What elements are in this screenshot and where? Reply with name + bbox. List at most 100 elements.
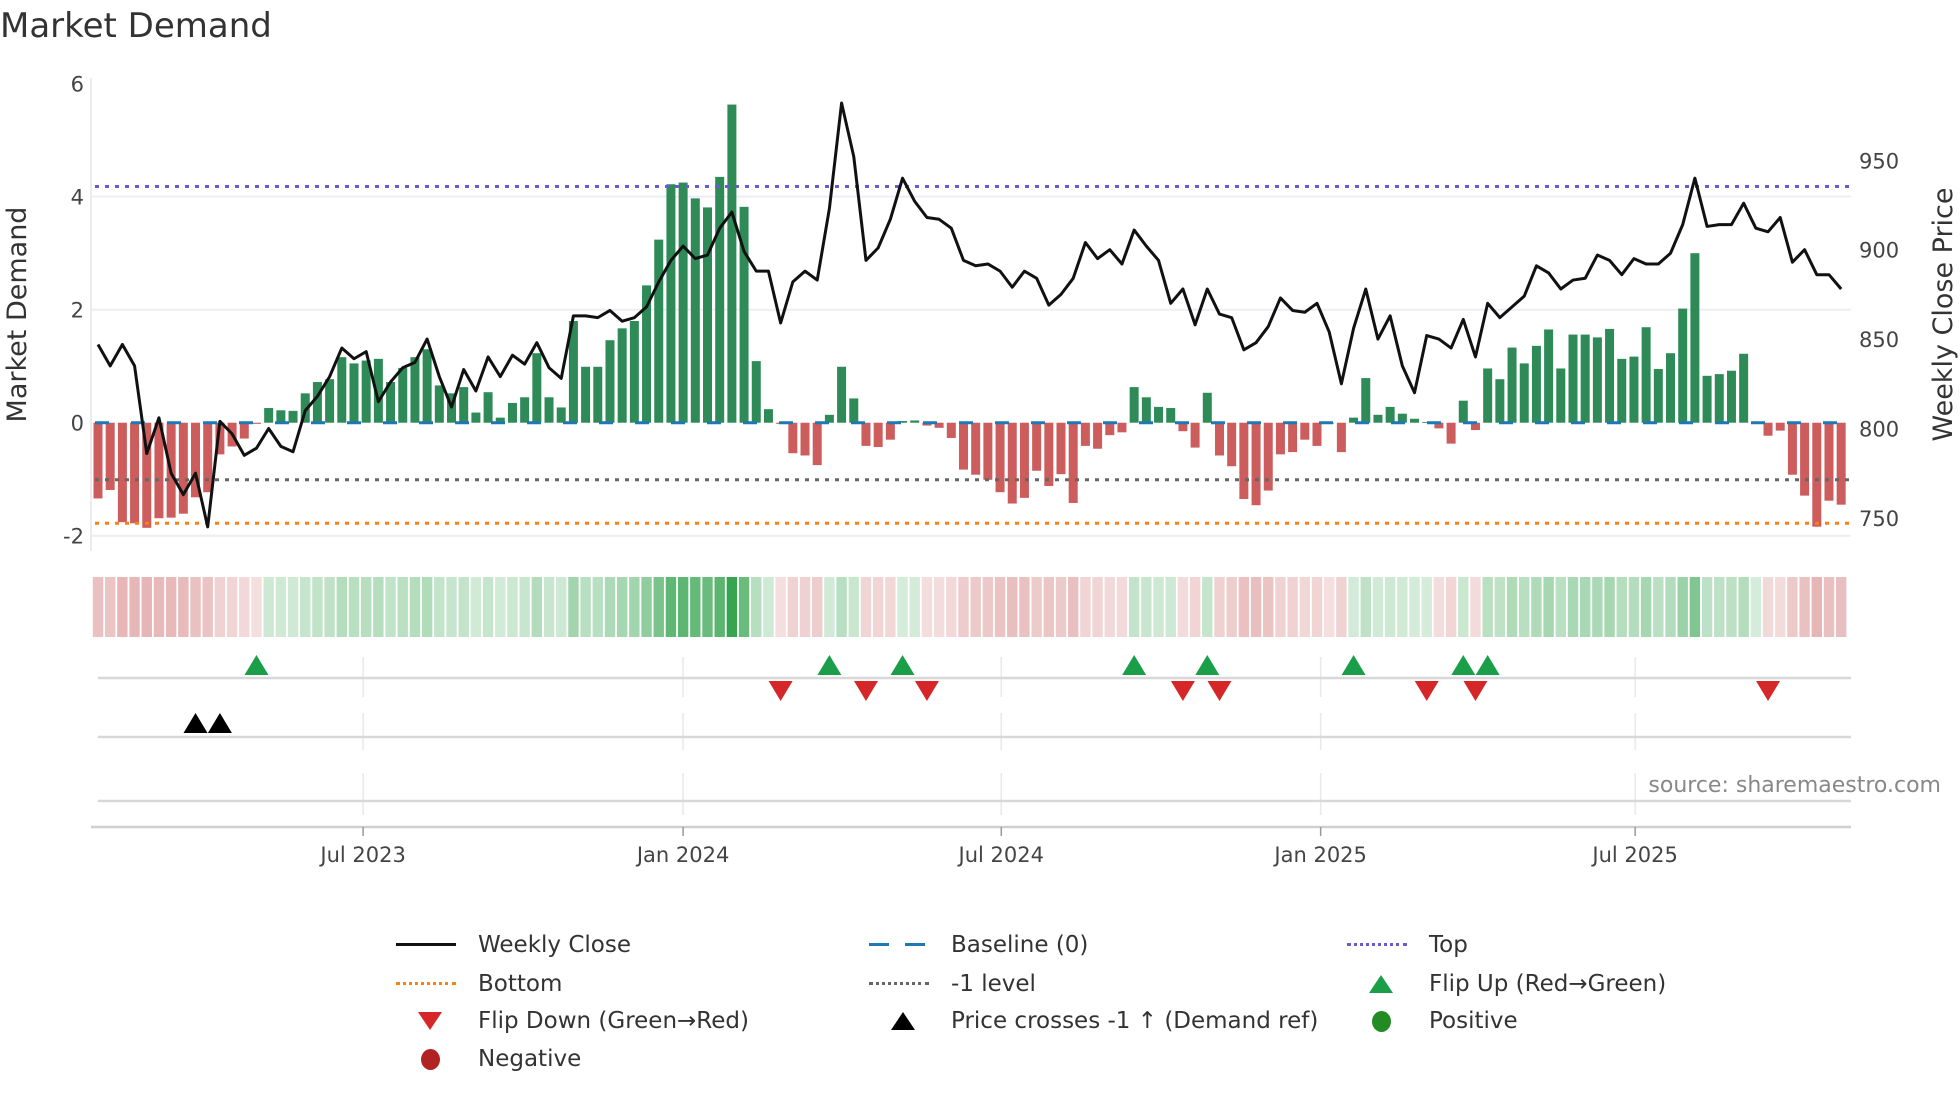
- flip-up-marker: [817, 655, 842, 675]
- demand-strip-cell: [604, 577, 616, 637]
- demand-bar: [666, 184, 676, 423]
- demand-strip-cell: [117, 577, 128, 637]
- demand-bar: [763, 409, 773, 423]
- demand-strip-cell: [702, 577, 713, 637]
- demand-strip-cell: [251, 577, 262, 637]
- legend-item[interactable]: Price crosses -1 ↑ (Demand ref): [869, 1006, 1318, 1036]
- demand-strip-cell: [1701, 577, 1713, 637]
- legend-item[interactable]: Top: [1347, 930, 1468, 960]
- demand-bar: [556, 407, 566, 423]
- demand-bar: [751, 361, 761, 423]
- demand-strip-cell: [751, 577, 762, 637]
- demand-bar: [1214, 422, 1224, 456]
- demand-bar: [1812, 422, 1822, 527]
- demand-bar: [93, 422, 103, 499]
- demand-strip-cell: [1104, 577, 1115, 637]
- demand-strip-cell: [1092, 577, 1103, 637]
- demand-bar: [1653, 369, 1663, 423]
- legend-item[interactable]: Flip Up (Red→Green): [1347, 969, 1666, 999]
- demand-strip-cell: [336, 577, 347, 637]
- flip-down-marker: [853, 681, 878, 701]
- y2-tick-label: 800: [1859, 418, 1899, 442]
- demand-bar: [1775, 422, 1785, 431]
- demand-bar: [910, 420, 920, 423]
- demand-strip-cell: [373, 577, 384, 637]
- flip-up-marker: [244, 655, 269, 675]
- demand-strip-cell: [1775, 577, 1786, 637]
- demand-strip-cell: [763, 577, 774, 637]
- demand-strip-cell: [1165, 577, 1176, 637]
- demand-strip-cell: [1336, 577, 1347, 637]
- demand-bar: [507, 402, 517, 423]
- demand-strip-cell: [1055, 577, 1067, 637]
- demand-strip-cell: [397, 577, 408, 637]
- demand-bar: [1166, 408, 1176, 423]
- flip-up-marker: [1122, 655, 1147, 675]
- demand-bar: [995, 422, 1005, 493]
- demand-bar: [1726, 370, 1736, 423]
- demand-bar: [349, 363, 359, 423]
- legend-item[interactable]: Negative: [396, 1044, 581, 1074]
- demand-strip-cell: [787, 577, 799, 637]
- demand-strip-cell: [1238, 577, 1250, 637]
- demand-strip-cell: [141, 577, 152, 637]
- demand-strip-cell: [1714, 577, 1725, 637]
- flip-down-marker: [1414, 681, 1439, 701]
- demand-strip-cell: [616, 577, 628, 637]
- demand-strip-cell: [1128, 577, 1140, 637]
- demand-strip-cell: [1348, 577, 1359, 637]
- legend-item[interactable]: Bottom: [396, 969, 562, 999]
- demand-bar: [1592, 337, 1602, 423]
- flip-up-marker: [1451, 655, 1476, 675]
- demand-bar: [1605, 328, 1615, 423]
- demand-strip-cell: [1762, 577, 1774, 637]
- demand-strip-cell: [1750, 577, 1762, 637]
- demand-strip-cell: [1189, 577, 1201, 637]
- legend-item[interactable]: Flip Down (Green→Red): [396, 1006, 749, 1036]
- demand-bar: [520, 397, 530, 423]
- demand-strip-cell: [1433, 577, 1445, 637]
- legend-item[interactable]: Positive: [1347, 1006, 1518, 1036]
- demand-strip-cell: [885, 577, 896, 637]
- demand-bar: [117, 422, 127, 523]
- demand-bar: [410, 357, 420, 423]
- demand-strip-cell: [994, 577, 1006, 637]
- legend-tri-down-red-icon: [396, 1006, 466, 1036]
- demand-strip-cell: [519, 577, 530, 637]
- demand-bar: [1275, 422, 1285, 455]
- legend-label: Weekly Close: [478, 932, 631, 958]
- demand-bar: [337, 357, 347, 423]
- demand-strip-cell: [799, 577, 811, 637]
- demand-bar: [251, 422, 261, 424]
- demand-strip-cell: [690, 577, 701, 637]
- demand-strip-cell: [1787, 577, 1798, 637]
- legend-line-icon: [396, 930, 466, 960]
- legend-item[interactable]: -1 level: [869, 969, 1036, 999]
- y-tick-label: 2: [71, 299, 84, 323]
- flip-up-marker: [1195, 655, 1220, 675]
- demand-strip-cell: [1202, 577, 1213, 637]
- demand-bar: [1702, 375, 1712, 423]
- demand-strip-cell: [263, 577, 274, 637]
- demand-bar: [1044, 422, 1054, 487]
- demand-bar: [130, 422, 140, 524]
- demand-strip-cell: [1616, 577, 1627, 637]
- demand-bar: [276, 410, 286, 423]
- demand-bar: [1690, 253, 1700, 423]
- demand-strip-cell: [312, 577, 323, 637]
- demand-strip-cell: [153, 577, 165, 637]
- demand-strip-cell: [1311, 577, 1323, 637]
- demand-bar: [593, 366, 603, 423]
- demand-bar: [1361, 378, 1371, 423]
- legend-item[interactable]: Baseline (0): [869, 930, 1088, 960]
- legend-dot-bottom-icon: [396, 969, 466, 999]
- demand-bar: [1458, 400, 1468, 423]
- demand-bar: [434, 385, 444, 423]
- demand-bar: [1117, 422, 1127, 433]
- price-cross-marker: [183, 713, 208, 733]
- demand-strip-cell: [1409, 577, 1420, 637]
- demand-bar: [983, 422, 993, 480]
- demand-bar: [690, 198, 700, 423]
- legend-item[interactable]: Weekly Close: [396, 930, 631, 960]
- demand-strip-cell: [1543, 577, 1554, 637]
